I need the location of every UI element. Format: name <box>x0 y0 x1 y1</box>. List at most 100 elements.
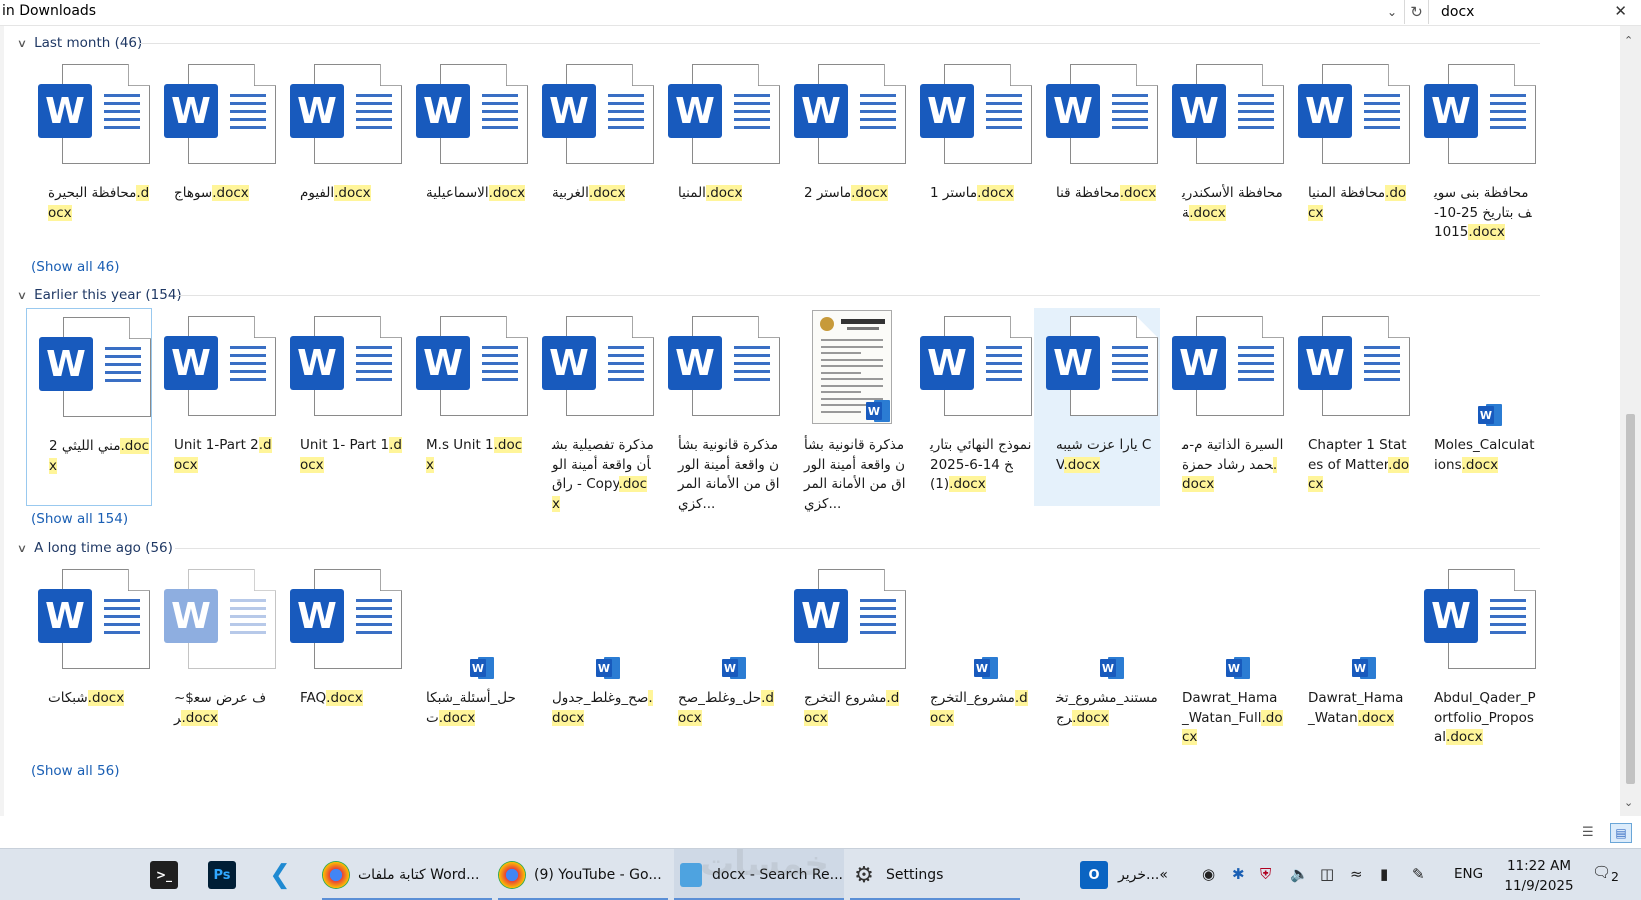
file-tile[interactable]: W محافظة الأسكندرية.docx <box>1160 56 1286 254</box>
file-tile[interactable]: W مذكرة قانونية بشأن واقعة أمينة الوراق م… <box>656 308 782 512</box>
scroll-down-icon[interactable]: ⌄ <box>1624 796 1633 809</box>
photoshop-button[interactable]: Ps <box>208 849 236 900</box>
file-thumbnail: W <box>1286 56 1412 174</box>
outlook-window[interactable]: O خرير...« <box>1080 849 1200 900</box>
file-tile[interactable]: W نموذج النهائي بتاريخ 14-6-2025 (1).docx <box>908 308 1034 506</box>
vscode-button[interactable]: ❮ <box>266 849 294 900</box>
page-fold-icon <box>506 64 528 86</box>
details-view-icon[interactable]: ☰ <box>1582 825 1602 843</box>
show-all-link[interactable]: (Show all 46) <box>31 259 120 275</box>
word-small-icon: W <box>974 657 998 679</box>
text-lines-icon <box>1490 94 1526 134</box>
security-shield-icon[interactable]: ⛨ <box>1260 865 1271 883</box>
group-header[interactable]: ∨ A long time ago (56) <box>17 537 173 559</box>
file-tile[interactable]: W شبكات.docx <box>26 561 152 759</box>
file-name-base: مشروع التخرج <box>804 690 887 706</box>
file-tile[interactable]: W Abdul_Qader_Portfolio_Proposal.docx <box>1412 561 1538 759</box>
file-extension-highlight: .docx <box>1446 729 1483 745</box>
large-icons-view-icon[interactable]: ▤ <box>1610 823 1632 843</box>
show-all-link[interactable]: (Show all 154) <box>31 511 128 527</box>
file-tile[interactable]: W صح_وغلط_جدول.docx <box>530 561 656 759</box>
file-tile[interactable]: W Moles_Calculations.docx <box>1412 308 1538 506</box>
clock[interactable]: 11:22 AM 11/9/2025 <box>1494 856 1584 896</box>
search-input[interactable] <box>1441 2 1601 22</box>
file-tile[interactable]: W مني الليثي 2.docx <box>26 308 152 506</box>
file-tile[interactable]: W محافظة المنيا.docx <box>1286 56 1412 254</box>
file-tile[interactable]: W الغربية.docx <box>530 56 656 254</box>
file-tile[interactable]: W يارا عزت شيبه CV.docx <box>1034 308 1160 506</box>
close-icon[interactable]: ✕ <box>1614 2 1627 20</box>
group-header[interactable]: ∨ Last month (46) <box>17 32 143 54</box>
file-tile[interactable]: W ماستر 1.docx <box>908 56 1034 254</box>
file-name-base: الفيوم <box>300 185 335 201</box>
file-tile[interactable]: W مذكرة قانونية بشأن واقعة أمينة الوراق م… <box>782 308 908 512</box>
language-indicator[interactable]: ENG <box>1454 866 1483 882</box>
chevron-down-icon[interactable]: ∨ <box>17 289 27 302</box>
scroll-up-icon[interactable]: ⌃ <box>1624 34 1633 47</box>
file-tile[interactable]: W مشروع التخرج.docx <box>782 561 908 759</box>
file-name-base: مشروع_التخرج <box>930 690 1015 706</box>
word-small-icon: W <box>1226 657 1250 679</box>
file-extension-highlight: .docx <box>181 709 218 726</box>
address-path-box[interactable]: in Downloads ⌄ <box>0 0 1405 24</box>
file-thumbnail: W <box>530 56 656 174</box>
file-tile[interactable]: W Dawrat_Hama_Watan_Full.docx <box>1160 561 1286 759</box>
file-name: ~$ف عرض سعر.docx <box>174 689 276 728</box>
file-name-base: مني الليثي 2 <box>49 438 121 454</box>
file-tile[interactable]: W الاسماعيلية.docx <box>404 56 530 254</box>
file-thumbnail: W <box>782 308 908 426</box>
file-tile[interactable]: W FAQ.docx <box>278 561 404 759</box>
file-tile[interactable]: W ماستر 2.docx <box>782 56 908 254</box>
file-name: محافظة البحيرة.docx <box>48 184 150 223</box>
chrome-window-youtube[interactable]: (9) YouTube - Go... <box>498 849 668 900</box>
file-tile[interactable]: W Unit 1- Part 1.docx <box>278 308 404 506</box>
file-name: صح_وغلط_جدول.docx <box>552 689 654 728</box>
pen-icon[interactable]: ✎ <box>1412 865 1425 883</box>
chrome-window-word[interactable]: كتابة ملفات Word... <box>322 849 492 900</box>
page-fold-icon <box>632 64 654 86</box>
tray-app-icon[interactable]: ◉ <box>1202 865 1215 883</box>
show-all-link[interactable]: (Show all 56) <box>31 763 120 779</box>
file-tile[interactable]: W Unit 1-Part 2.docx <box>152 308 278 506</box>
text-lines-icon <box>734 94 770 134</box>
file-name: مستند_مشروع_تخرج.docx <box>1056 689 1158 728</box>
scrollbar-thumb[interactable] <box>1626 414 1635 784</box>
file-tile[interactable]: W محافظة قنا.docx <box>1034 56 1160 254</box>
terminal-button[interactable]: >_ <box>150 849 178 900</box>
file-tile[interactable]: W ~$ف عرض سعر.docx <box>152 561 278 759</box>
volume-icon[interactable]: 🔈 <box>1290 865 1309 883</box>
group-header[interactable]: ∨ Earlier this year (154) <box>17 284 182 306</box>
file-tile[interactable]: W مستند_مشروع_تخرج.docx <box>1034 561 1160 759</box>
file-thumbnail: W <box>656 308 782 426</box>
notification-center-icon[interactable]: 🗨2 <box>1592 863 1619 884</box>
file-tile[interactable]: W M.s Unit 1.docx <box>404 308 530 506</box>
file-tile[interactable]: W Chapter 1 States of Matter.docx <box>1286 308 1412 506</box>
text-lines-icon <box>608 94 644 134</box>
chevron-down-icon[interactable]: ∨ <box>17 542 27 555</box>
vertical-scrollbar[interactable]: ⌃ ⌄ <box>1620 26 1641 816</box>
file-name: Moles_Calculations.docx <box>1434 436 1536 475</box>
file-tile[interactable]: W محافظة بنى سويف بتاريخ 25-10-1015.docx <box>1412 56 1538 254</box>
file-name: مني الليثي 2.docx <box>49 437 151 476</box>
wifi-icon[interactable]: ≈ <box>1350 865 1363 883</box>
battery-icon[interactable]: ▮ <box>1380 865 1388 883</box>
file-tile[interactable]: W حل_وغلط_صح.docx <box>656 561 782 759</box>
file-tile[interactable]: W الفيوم.docx <box>278 56 404 254</box>
chevron-down-icon[interactable]: ∨ <box>17 37 27 50</box>
file-tile[interactable]: W سوهاج.docx <box>152 56 278 254</box>
file-extension-highlight: .docx <box>1072 709 1109 726</box>
file-tile[interactable]: W محافظة البحيرة.docx <box>26 56 152 254</box>
file-tile[interactable]: W مشروع_التخرج.docx <box>908 561 1034 759</box>
touch-keyboard-icon[interactable]: ◫ <box>1320 865 1334 883</box>
explorer-window[interactable]: docx - Search Re... <box>674 849 844 900</box>
file-tile[interactable]: W السيرة الذاتية م-محمد رشاد حمزة.docx <box>1160 308 1286 506</box>
chevron-down-icon[interactable]: ⌄ <box>1382 2 1402 22</box>
group-header-label: A long time ago (56) <box>34 540 173 556</box>
bluetooth-icon[interactable]: ✱ <box>1232 865 1245 883</box>
refresh-icon[interactable]: ↻ <box>1405 0 1429 24</box>
file-tile[interactable]: W حل_أسئلة_شبكات.docx <box>404 561 530 759</box>
settings-window[interactable]: ⚙ Settings <box>850 849 1020 900</box>
file-tile[interactable]: W المنيا.docx <box>656 56 782 254</box>
file-tile[interactable]: W مذكرة تفصيلية بشأن واقعة أمينة الوراق -… <box>530 308 656 512</box>
file-tile[interactable]: W Dawrat_Hama_Watan.docx <box>1286 561 1412 759</box>
